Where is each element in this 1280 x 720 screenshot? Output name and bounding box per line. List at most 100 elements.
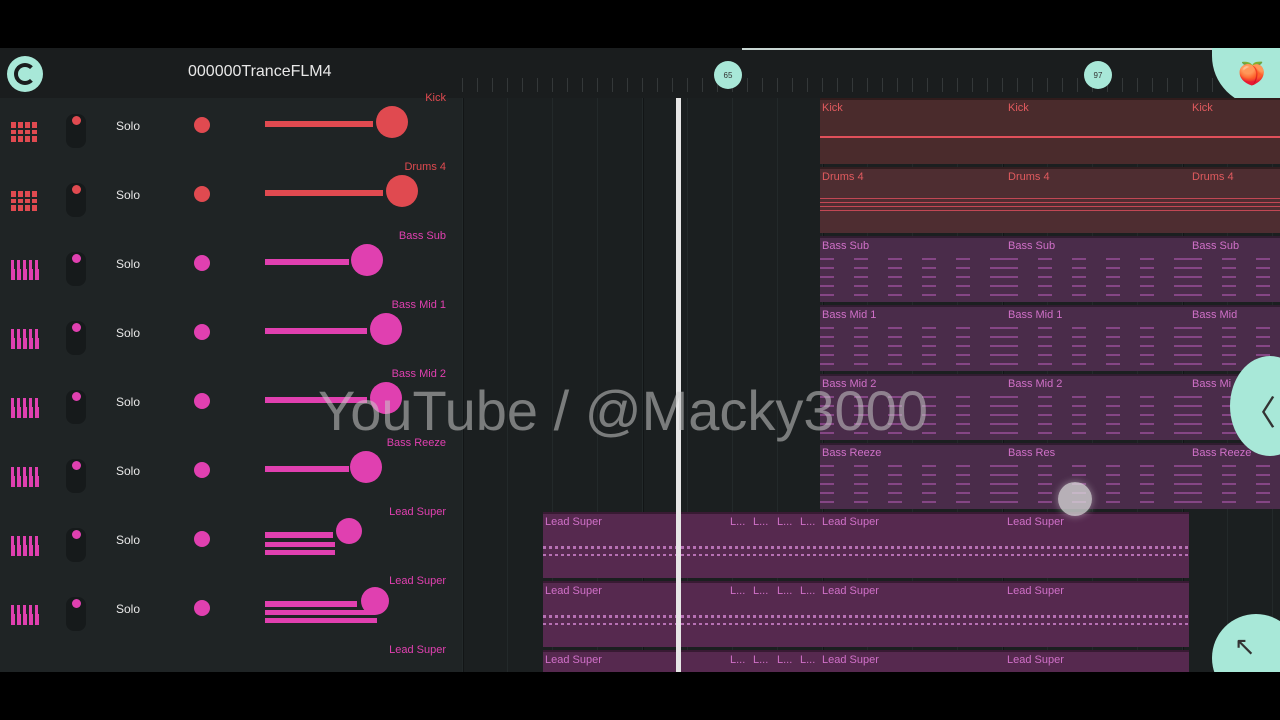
pattern-clip-bass-mid-2[interactable]: Bass Mid 2 [1004,374,1188,440]
clip-notes [820,197,1004,211]
solo-button[interactable]: Solo [116,119,140,133]
mute-button[interactable] [194,255,210,271]
volume-slider-handle[interactable] [361,587,389,615]
volume-slider-handle[interactable] [376,106,408,138]
pattern-clip-bass-sub[interactable]: Bass Sub [820,236,1004,302]
piano-keys-icon[interactable] [11,605,39,625]
clip-notes [1004,256,1188,296]
collapse-panel-tab[interactable]: 〈 [1230,356,1280,456]
clip-notes [820,256,1004,296]
drum-pad-icon[interactable] [11,191,39,211]
pan-knob[interactable] [66,252,86,286]
pattern-clip-kick[interactable]: Kick [1188,98,1280,164]
loop-range-bar[interactable] [742,48,1280,50]
pattern-clip-bass-reeze[interactable]: Bass Reeze [820,443,1004,509]
mute-button[interactable] [194,531,210,547]
solo-button[interactable]: Solo [116,326,140,340]
pattern-clip-bass-mid-1[interactable]: Bass Mid 1 [1004,305,1188,371]
pattern-clip-bass-reeze[interactable]: Bass Res [1004,443,1188,509]
clip-notes [1004,325,1188,365]
clip-label: Lead Super [545,585,602,597]
pan-knob[interactable] [66,114,86,148]
app-menu-icon[interactable] [7,56,43,92]
volume-bar [265,190,383,196]
solo-button[interactable]: Solo [116,395,140,409]
drum-pad-icon[interactable] [11,122,39,142]
timeline-ruler[interactable]: 65 97 🍑 [462,48,1280,106]
clip-label: Drums 4 [1008,171,1050,183]
expand-button[interactable]: ↖ [1212,614,1280,672]
clip-label: L... [777,654,793,666]
clip-label: Lead Super [545,654,602,666]
piano-keys-icon[interactable] [11,260,39,280]
mute-button[interactable] [194,117,210,133]
volume-bar [265,121,373,127]
timeline-marker-97[interactable]: 97 [1084,61,1112,89]
mute-button[interactable] [194,393,210,409]
mute-button[interactable] [194,600,210,616]
pattern-clip-drums[interactable]: Drums 4 [1004,167,1188,233]
volume-bar [265,466,349,472]
piano-keys-icon[interactable] [11,398,39,418]
volume-slider-handle[interactable] [351,244,383,276]
volume-slider-handle[interactable] [386,175,418,207]
clip-notes [1004,463,1188,503]
pattern-clip-drums[interactable]: Drums 4 [1188,167,1280,233]
volume-bar [265,532,333,538]
pattern-clip-bass-sub[interactable]: Bass Sub [1004,236,1188,302]
track-name: Lead Super [389,506,446,518]
pattern-clip-kick[interactable]: Kick [820,98,1004,164]
timeline-marker-65[interactable]: 65 [714,61,742,89]
clip-label: L... [777,516,793,528]
clip-notes [820,325,1004,365]
pan-knob[interactable] [66,183,86,217]
clip-label: Lead Super [822,654,879,666]
solo-button[interactable]: Solo [116,533,140,547]
volume-slider-handle[interactable] [350,451,382,483]
clip-notes [543,538,1189,560]
solo-button[interactable]: Solo [116,257,140,271]
clip-notes [820,136,1004,138]
pan-knob[interactable] [66,321,86,355]
volume-bar [265,601,357,607]
clip-label: Bass Sub [1008,240,1056,252]
mute-button[interactable] [194,186,210,202]
clip-notes [1188,256,1280,296]
solo-button[interactable]: Solo [116,188,140,202]
pattern-clip-bass-sub[interactable]: Bass Sub [1188,236,1280,302]
piano-keys-icon[interactable] [11,536,39,556]
pattern-clip-kick[interactable]: Kick [1004,98,1188,164]
solo-button[interactable]: Solo [116,464,140,478]
volume-bar [265,259,349,265]
clip-label: L... [730,654,746,666]
pattern-clip-lead-super[interactable]: Lead Super L... L... L... L... Lead Supe… [543,650,1189,672]
clip-label: Bass Mid [1192,309,1238,321]
clip-label: L... [730,516,746,528]
pattern-clip-lead-super[interactable]: Lead Super L... L... L... L... Lead Supe… [543,581,1189,647]
clip-notes [1188,197,1280,211]
mute-button[interactable] [194,462,210,478]
clip-label: Lead Super [1007,654,1064,666]
pan-knob[interactable] [66,390,86,424]
pattern-clip-drums[interactable]: Drums 4 [820,167,1004,233]
clip-label: L... [800,585,816,597]
mute-button[interactable] [194,324,210,340]
pattern-clip-lead-super[interactable]: Lead Super L... L... L... L... Lead Supe… [543,512,1189,578]
track-row: Solo Drums 4 [0,161,462,236]
track-name: Bass Mid 1 [391,299,446,311]
clip-label: L... [730,585,746,597]
pan-knob[interactable] [66,459,86,493]
pan-knob[interactable] [66,528,86,562]
volume-slider-handle[interactable] [336,518,362,544]
solo-button[interactable]: Solo [116,602,140,616]
volume-bar-secondary [265,610,375,615]
clip-label: Lead Super [822,585,879,597]
piano-keys-icon[interactable] [11,329,39,349]
clip-label: Bass Mi [1192,378,1232,390]
pattern-clip-bass-mid-1[interactable]: Bass Mid 1 [820,305,1004,371]
pan-knob[interactable] [66,597,86,631]
piano-keys-icon[interactable] [11,467,39,487]
clip-label: Kick [1008,102,1029,114]
volume-slider-handle[interactable] [370,313,402,345]
track-row: Solo Kick [0,92,462,167]
